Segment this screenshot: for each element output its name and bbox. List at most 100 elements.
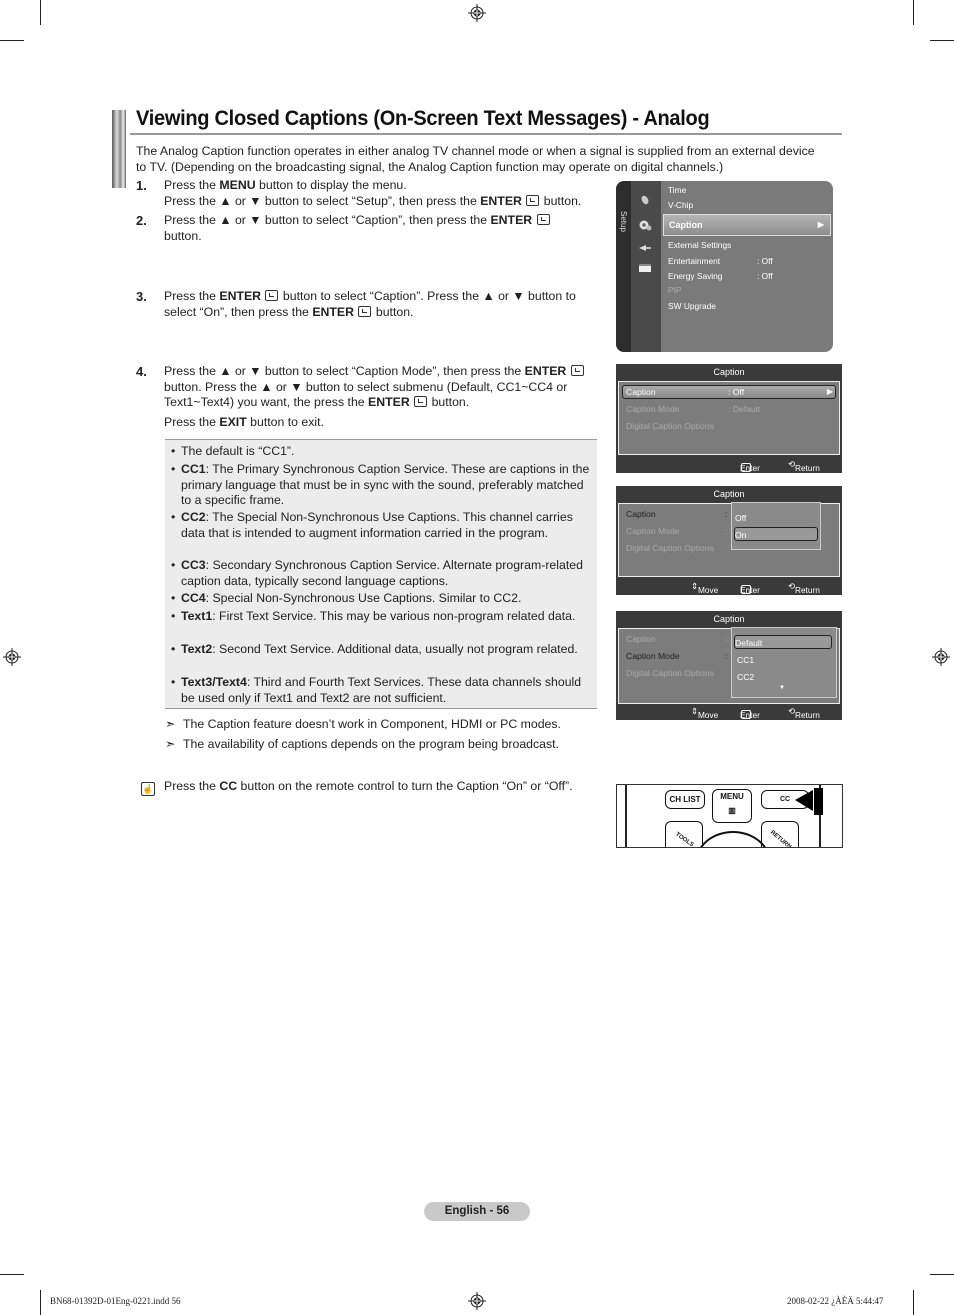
row-caption[interactable]: Caption — [626, 509, 656, 519]
screen-header: Caption — [713, 614, 745, 624]
setup-menu-screen: Setup Time V-Chip Caption ▶ External Set… — [616, 181, 833, 352]
option-default[interactable]: Default — [735, 638, 762, 648]
option-cc2[interactable]: CC2 — [737, 672, 754, 682]
bullet-term: CC1 — [181, 462, 206, 476]
step-text: Press the ▲ or ▼ button to select “Capti… — [164, 213, 491, 227]
step-2: 2. Press the ▲ or ▼ button to select “Ca… — [136, 213, 606, 244]
bullet-text: : First Text Service. This may be variou… — [212, 609, 576, 623]
bullet-term: CC4 — [181, 591, 206, 605]
intro-paragraph: The Analog Caption function operates in … — [136, 144, 815, 174]
bullet-term: Text2 — [181, 642, 213, 656]
note-item: ➣ The Caption feature doesn’t work in Com… — [165, 717, 561, 732]
step-text: button to exit. — [246, 415, 324, 430]
screen-header: Caption — [713, 367, 745, 377]
cc-key: CC — [219, 779, 238, 793]
remote-edge — [625, 785, 627, 847]
crop-mark — [0, 40, 24, 41]
navigation-ring[interactable] — [695, 831, 771, 847]
return-label: Return — [794, 585, 820, 595]
bullet-text: : The Primary Synchronous Caption Servic… — [181, 462, 590, 508]
caption-onoff-popup: Off On — [731, 502, 821, 550]
row-caption[interactable]: Caption — [626, 387, 656, 397]
enter-key: ENTER — [524, 364, 567, 378]
menu-item-time[interactable]: Time — [668, 185, 686, 195]
enter-icon — [536, 214, 550, 225]
bullet-dot: • — [171, 642, 176, 656]
caption-screen-3: Caption Caption : Caption Mode : Digital… — [616, 611, 842, 720]
entertainment-value: : Off — [757, 256, 773, 266]
row-caption: Caption — [626, 634, 656, 644]
note-item: ➣ The availability of captions depends on… — [165, 737, 559, 752]
caption-screen-2: Caption Caption : Caption Mode : Digital… — [616, 486, 842, 595]
ch-list-button[interactable]: CH LIST — [665, 790, 705, 809]
caption-mode-colon: : — [725, 526, 728, 536]
picture-icon[interactable] — [638, 195, 652, 205]
bullet-term: Text1 — [181, 609, 213, 623]
step-1: 1. Press the MENU button to display the … — [136, 178, 606, 209]
registration-mark-icon — [3, 648, 21, 666]
step-text: button. — [164, 228, 202, 243]
menu-button-label: MENU — [720, 792, 744, 801]
row-caption-mode: Caption Mode — [626, 526, 680, 536]
bullet-text: The default is “CC1”. — [181, 444, 295, 458]
option-cc1[interactable]: CC1 — [737, 655, 754, 665]
move-hint: ⇕ Move — [691, 706, 719, 720]
crop-mark — [40, 1290, 41, 1315]
bullet-text: : Special Non-Synchronous Use Captions. … — [205, 591, 522, 605]
application-icon[interactable] — [638, 263, 652, 273]
caption-colon: : — [725, 634, 728, 644]
option-off[interactable]: Off — [735, 513, 746, 523]
page-number-badge: English - 56 — [424, 1202, 530, 1221]
tools-button[interactable]: TOOLS — [665, 821, 703, 848]
tools-label: TOOLS — [673, 831, 695, 848]
menu-item-v-chip[interactable]: V-Chip — [668, 200, 693, 210]
step-text: Press the — [164, 289, 220, 303]
scroll-down-icon[interactable]: ▼ — [779, 685, 785, 691]
note-text: The availability of captions depends on … — [183, 737, 559, 751]
bullet-text: : Secondary Synchronous Caption Service.… — [181, 558, 583, 588]
caption-mode-info-box: • The default is “CC1”. • CC1: The Primary… — [165, 439, 597, 709]
crop-mark — [913, 0, 914, 25]
step-text: Press the — [164, 178, 220, 192]
return-button[interactable]: RETURN — [761, 821, 799, 848]
energy-saving-value: : Off — [757, 271, 773, 281]
bullet-dot: • — [171, 675, 176, 689]
menu-item-sw-upgrade[interactable]: SW Upgrade — [668, 301, 716, 311]
input-icon[interactable] — [638, 243, 652, 253]
enter-icon — [526, 194, 540, 206]
menu-key: MENU — [219, 178, 256, 192]
move-hint: ⇕ Move — [691, 581, 719, 595]
step-text: button. — [428, 395, 470, 410]
menu-button[interactable]: MENU ▥ — [712, 789, 752, 823]
menu-item-external-settings[interactable]: External Settings — [668, 240, 731, 250]
row-caption-mode[interactable]: Caption Mode — [626, 651, 680, 661]
step-text: Press the — [164, 415, 220, 430]
enter-key: ENTER — [312, 304, 355, 319]
print-timestamp: 2008-02-22 ¿ÀÈÄ 5:44:47 — [787, 1296, 884, 1306]
bullet-item: • CC4: Special Non-Synchronous Use Captio… — [171, 591, 591, 607]
enter-key: ENTER — [219, 289, 262, 303]
screen-footer: ⇕ Move Enter ⟲ Return — [616, 577, 842, 595]
note-text: The Caption feature doesn’t work in Comp… — [183, 717, 561, 731]
menu-item-entertainment[interactable]: Entertainment — [668, 256, 720, 266]
gear-icon[interactable] — [638, 218, 652, 232]
enter-key: ENTER — [490, 213, 533, 227]
screen-footer: ⇕ Move Enter ⟲ Return — [616, 702, 842, 720]
step-text: button. — [372, 304, 414, 319]
menu-item-caption[interactable]: Caption ▶ — [663, 214, 831, 236]
step-text: Press the ▲ or ▼ button to select “Capti… — [164, 364, 525, 378]
screen-footer: Enter ⟲ Return — [616, 455, 842, 473]
caption-mode-popup: Default CC1 CC2 ▼ — [731, 627, 837, 698]
menu-rail — [616, 181, 631, 352]
return-label: Return — [794, 710, 820, 720]
return-label: RETURN — [768, 829, 792, 848]
arrow-right-icon: ▶ — [826, 387, 833, 396]
row-caption-mode: Caption Mode — [626, 404, 680, 414]
menu-item-energy-saving[interactable]: Energy Saving — [668, 271, 722, 281]
return-hint: ⟲ Return — [788, 581, 820, 595]
option-on[interactable]: On — [735, 530, 746, 540]
bullet-item: • Text3/Text4: Third and Fourth Text Serv… — [171, 675, 591, 706]
crop-mark — [0, 1274, 24, 1275]
page-title: Viewing Closed Captions (On-Screen Text … — [136, 106, 710, 130]
step-text: button. Press the ▲ or ▼ button to selec… — [164, 379, 568, 410]
